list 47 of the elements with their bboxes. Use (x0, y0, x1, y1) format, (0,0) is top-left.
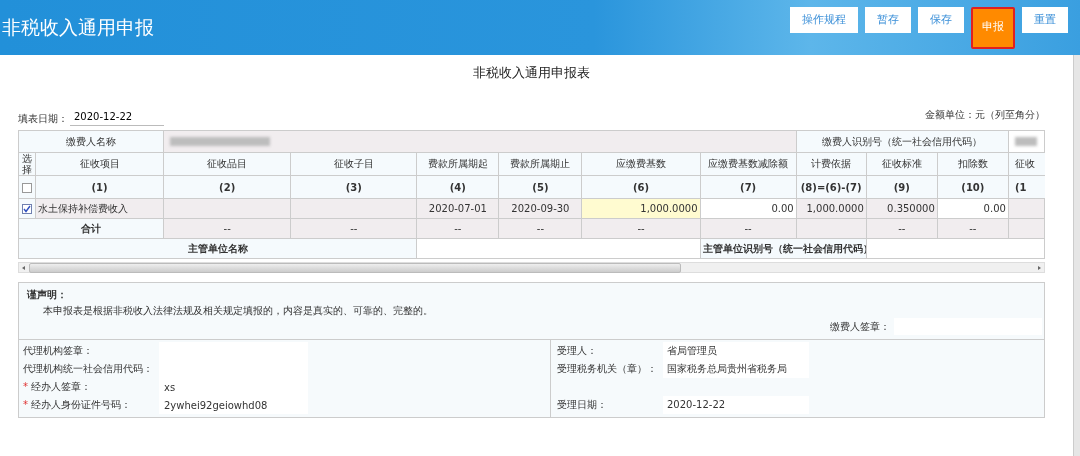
fill-date-label: 填表日期： (18, 112, 68, 126)
horizontal-scrollbar[interactable] (18, 262, 1045, 273)
field-label: 受理日期： (556, 398, 608, 412)
total-label: 合计 (18, 218, 164, 239)
field-label: 代理机构签章： (23, 345, 93, 356)
field-label: 受理人： (556, 344, 598, 358)
toolbar-button[interactable]: 操作规程 (790, 6, 858, 33)
column-index: (1) (35, 175, 164, 199)
declaration-text: 本申报表是根据非税收入法律法规及相关规定填报的，内容是真实的、可靠的、完整的。 (42, 304, 434, 318)
column-header: 应缴费基数 (581, 152, 701, 176)
fill-date-field[interactable]: 2020-12-22 (70, 111, 164, 126)
payer-signature-label: 缴费人签章： (830, 319, 890, 334)
checkbox[interactable] (22, 204, 32, 214)
column-header: 选择 (18, 152, 36, 176)
toolbar-button[interactable]: 保存 (918, 6, 964, 33)
vertical-scrollbar[interactable] (1073, 55, 1080, 456)
field-label: 代理机构统一社会信用代码： (23, 363, 153, 374)
field-value: 2ywhei92geiowhd08 (164, 399, 268, 411)
column-header: 征收品目 (163, 152, 291, 176)
column-index: (2) (163, 175, 291, 199)
toolbar-button[interactable]: 暂存 (865, 6, 911, 33)
required-mark: * (23, 381, 28, 392)
column-header: 征收子目 (290, 152, 417, 176)
field-value: 省局管理员 (663, 342, 809, 360)
unit-note: 金额单位：元（列至角分） (925, 108, 1045, 122)
supervisor-name-label: 主管单位名称 (18, 238, 417, 259)
scroll-left-icon[interactable] (21, 264, 27, 271)
field-label: 经办人身份证件号码： (31, 399, 131, 410)
redacted-block (1014, 137, 1037, 146)
scroll-right-icon[interactable] (1036, 264, 1042, 271)
field-value: xs (164, 381, 176, 393)
column-index: (3) (290, 175, 417, 199)
field-value: 国家税务总局贵州省税务局 (663, 360, 809, 378)
column-index: (6) (581, 175, 701, 199)
page-title: 非税收入通用申报 (2, 14, 154, 40)
field-label: 经办人签章： (31, 381, 91, 392)
field-value: 2020-12-22 (663, 396, 809, 414)
checkbox[interactable] (22, 182, 32, 193)
declaration-title: 谨声明： (27, 288, 68, 302)
column-header: 征收项目 (35, 152, 164, 176)
required-mark: * (23, 399, 28, 410)
toolbar-button[interactable]: 重置 (1022, 6, 1068, 33)
column-header: 缴费人名称 (18, 130, 164, 153)
toolbar-button[interactable]: 申报 (971, 6, 1015, 49)
field-label: 受理税务机关（章）： (556, 362, 658, 376)
form-title: 非税收入通用申报表 (472, 64, 591, 82)
column-header: 缴费人识别号（统一社会信用代码） (796, 130, 1009, 153)
